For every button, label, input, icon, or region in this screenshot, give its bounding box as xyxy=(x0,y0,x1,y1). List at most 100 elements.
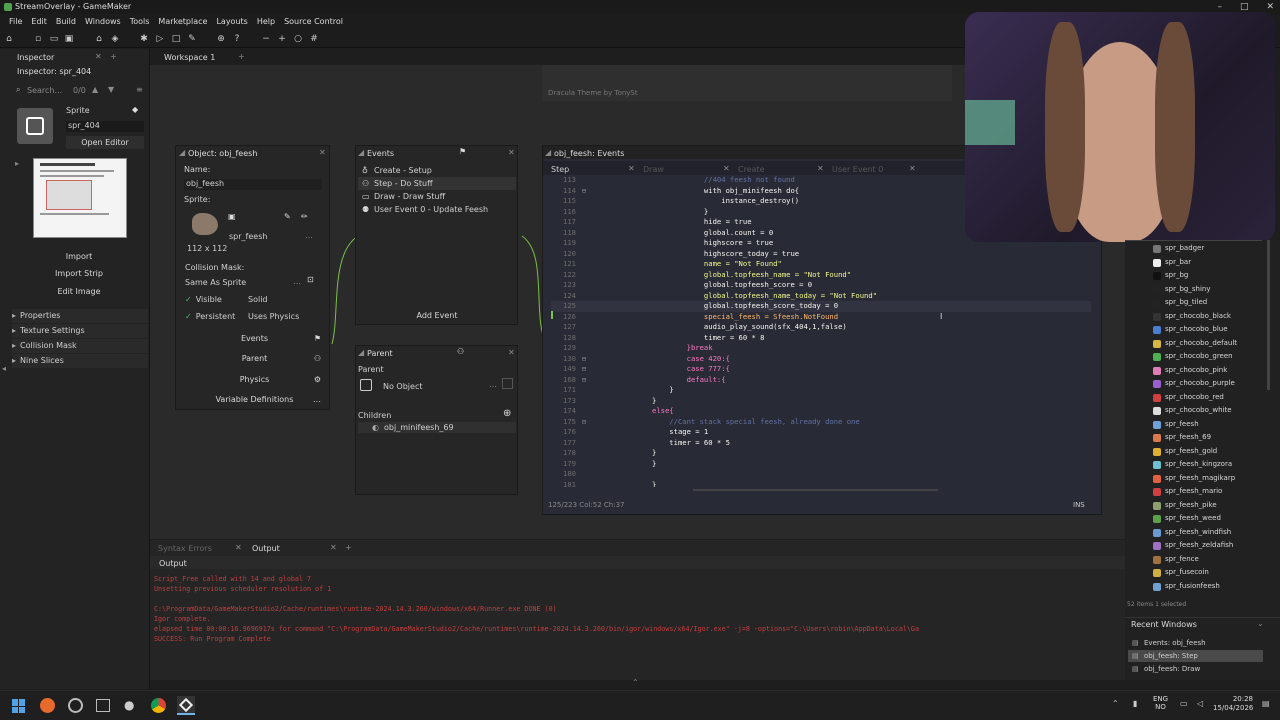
more-icon[interactable]: … xyxy=(305,231,313,240)
add-workspace-icon[interactable]: + xyxy=(238,52,245,61)
code-line[interactable]: 168 ⊟ default:{ xyxy=(551,375,1091,386)
asset-item[interactable]: spr_chocobo_white xyxy=(1125,404,1280,418)
asset-item[interactable]: spr_bg_tiled xyxy=(1125,296,1280,310)
child-item[interactable]: ◐ obj_minifeesh_69 xyxy=(358,422,516,433)
more-icon[interactable]: … xyxy=(293,277,301,286)
inspector-tab[interactable]: Inspector xyxy=(17,53,54,62)
close-icon[interactable]: ✕ xyxy=(95,52,102,61)
asset-item[interactable]: spr_feesh_mario xyxy=(1125,485,1280,499)
asset-item[interactable]: spr_fusionfeesh xyxy=(1125,580,1280,594)
variable-definitions-button[interactable]: Variable Definitions… xyxy=(182,391,327,408)
code-line[interactable]: 128 timer = 60 * 8 xyxy=(551,333,1091,344)
terminal-icon[interactable] xyxy=(96,699,110,712)
minimize-button[interactable]: – xyxy=(1217,2,1222,12)
expand-up-icon[interactable]: ⌃ xyxy=(632,678,639,687)
clean-icon[interactable]: ✎ xyxy=(187,34,197,44)
code-line[interactable]: 174 else{ xyxy=(551,406,1091,417)
menu-source-control[interactable]: Source Control xyxy=(284,17,343,26)
add-child-icon[interactable]: ⊕ xyxy=(503,408,511,419)
zoom-in-icon[interactable]: + xyxy=(277,34,287,44)
code-line[interactable]: 126 special_feesh = Sfeesh.NotFound xyxy=(551,312,1091,323)
chevron-up-icon[interactable]: ▲ xyxy=(92,85,98,94)
search-input[interactable]: Search... xyxy=(27,86,62,95)
texture-settings-section[interactable]: ▸ Texture Settings xyxy=(12,324,148,338)
collision-mask-section[interactable]: ▸ Collision Mask xyxy=(12,339,148,353)
event-item-user-event[interactable]: ⚉ User Event 0 - Update Feesh xyxy=(358,203,516,216)
parent-value[interactable]: No Object xyxy=(383,382,422,391)
output-log[interactable]: Script_Free called with 14 and global 7 U… xyxy=(154,574,1119,666)
target-icon[interactable]: ⊕ xyxy=(216,34,226,44)
build-icon[interactable]: ⌂ xyxy=(94,34,104,44)
physics-button[interactable]: Physics ⚙ xyxy=(182,371,327,388)
help-icon[interactable]: ? xyxy=(232,34,242,44)
asset-item[interactable]: spr_feesh_69 xyxy=(1125,431,1280,445)
close-icon[interactable]: ✕ xyxy=(235,543,242,552)
tab-create[interactable]: Create xyxy=(738,165,765,174)
tab-user-event[interactable]: User Event 0 xyxy=(832,165,883,174)
firefox-icon[interactable] xyxy=(40,698,55,713)
code-line[interactable]: 120 highscore_today = true xyxy=(551,249,1091,260)
parent-button[interactable]: Parent ⚇ xyxy=(182,350,327,367)
menu-edit[interactable]: Edit xyxy=(31,17,47,26)
sprite-name-field[interactable]: spr_404 xyxy=(66,121,144,132)
language-indicator[interactable]: ENG NO xyxy=(1153,695,1168,711)
code-line[interactable]: 129 }break xyxy=(551,343,1091,354)
gamemaker-taskbar-icon[interactable] xyxy=(177,696,195,715)
stop-icon[interactable]: □ xyxy=(171,34,181,44)
add-tab-icon[interactable]: + xyxy=(110,52,117,61)
menu-file[interactable]: File xyxy=(9,17,22,26)
run-icon[interactable]: ▷ xyxy=(155,34,165,44)
more-icon[interactable]: … xyxy=(489,380,497,389)
recent-item[interactable]: ▤ Events: obj_feesh xyxy=(1128,637,1278,649)
asset-item[interactable]: spr_chocobo_purple xyxy=(1125,377,1280,391)
tab-draw[interactable]: Draw xyxy=(643,165,664,174)
code-line[interactable]: 178} xyxy=(551,448,1091,459)
menu-windows[interactable]: Windows xyxy=(85,17,121,26)
asset-item[interactable]: spr_feesh xyxy=(1125,418,1280,432)
tab-step[interactable]: Step xyxy=(551,165,569,174)
sprite-value[interactable]: spr_feesh xyxy=(229,232,267,241)
menu-tools[interactable]: Tools xyxy=(130,17,150,26)
tab-syntax-errors[interactable]: Syntax Errors xyxy=(158,544,212,553)
edit-image-button[interactable]: Edit Image xyxy=(10,283,148,300)
windows-start-icon[interactable] xyxy=(12,699,26,713)
asset-item[interactable]: spr_feesh_pike xyxy=(1125,499,1280,513)
asset-item[interactable]: spr_feesh_windfish xyxy=(1125,526,1280,540)
pencil-icon[interactable]: ✏ xyxy=(301,212,308,221)
network-icon[interactable]: ▭ xyxy=(1180,699,1188,708)
asset-item[interactable]: spr_chocobo_green xyxy=(1125,350,1280,364)
sprite-edit-icon[interactable]: ▣ xyxy=(228,212,236,221)
code-line[interactable]: 121 name = "Not Found" xyxy=(551,259,1091,270)
uses-physics-label[interactable]: Uses Physics xyxy=(248,312,299,321)
grid-icon[interactable]: # xyxy=(309,34,319,44)
collapse-icon[interactable]: ◢ xyxy=(179,148,185,157)
import-button[interactable]: Import xyxy=(10,248,148,265)
open-editor-button[interactable]: Open Editor xyxy=(66,136,144,149)
collapse-icon[interactable]: ◢ xyxy=(545,148,551,157)
asset-item[interactable]: spr_feesh_weed xyxy=(1125,512,1280,526)
event-item-step[interactable]: ⚇ Step - Do Stuff xyxy=(358,177,516,190)
package-icon[interactable]: ◈ xyxy=(110,34,120,44)
code-line[interactable]: 124 global.topfeesh_name_today = "Not Fo… xyxy=(551,291,1091,302)
parent-edit-icon[interactable] xyxy=(502,378,513,389)
asset-item[interactable]: spr_feesh_zeldafish xyxy=(1125,539,1280,553)
menu-marketplace[interactable]: Marketplace xyxy=(158,17,207,26)
fold-toggle-icon[interactable]: ⊟ xyxy=(576,354,592,365)
new-project-icon[interactable]: ▫ xyxy=(33,34,43,44)
asset-item[interactable]: spr_fusecoin xyxy=(1125,566,1280,580)
close-icon[interactable]: ✕ xyxy=(319,148,326,157)
code-line[interactable]: 122 global.topfeesh_name = "Not Found" xyxy=(551,270,1091,281)
settings-app-icon[interactable] xyxy=(68,698,83,713)
add-tab-icon[interactable]: + xyxy=(345,543,352,552)
import-strip-button[interactable]: Import Strip xyxy=(10,265,148,282)
collapse-icon[interactable]: ▸ xyxy=(15,159,19,168)
mask-edit-icon[interactable]: ⊡ xyxy=(307,275,314,284)
tag-icon[interactable]: ◆ xyxy=(132,105,138,114)
volume-icon[interactable]: ◁ xyxy=(1197,699,1203,708)
close-icon[interactable]: ✕ xyxy=(909,164,916,173)
close-icon[interactable]: ✕ xyxy=(817,164,824,173)
code-line[interactable]: 127 audio_play_sound(sfx_404,1,false) xyxy=(551,322,1091,333)
flag-icon[interactable]: ⚑ xyxy=(459,147,466,156)
close-icon[interactable]: ✕ xyxy=(508,348,515,357)
maximize-button[interactable]: □ xyxy=(1240,2,1249,12)
